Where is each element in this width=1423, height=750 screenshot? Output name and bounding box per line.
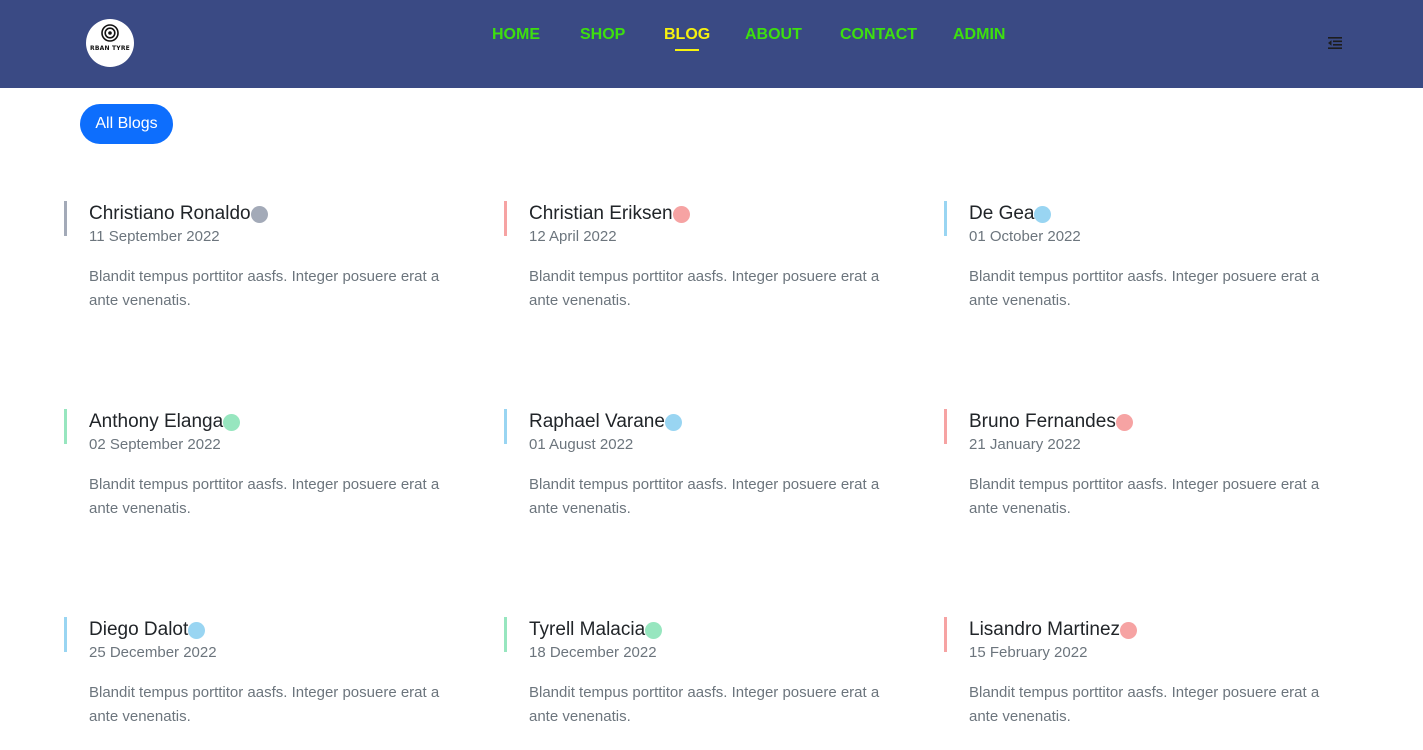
card-accent-bar	[944, 409, 947, 444]
blog-card[interactable]: Raphael Varane 01 August 2022 Blandit te…	[504, 409, 884, 559]
main-navbar: RBAN TYRE HOME SHOP BLOG ABOUT CONTACT A…	[0, 0, 1423, 88]
blog-excerpt: Blandit tempus porttitor aasfs. Integer …	[529, 476, 880, 517]
blog-excerpt: Blandit tempus porttitor aasfs. Integer …	[529, 684, 880, 725]
blog-excerpt: Blandit tempus porttitor aasfs. Integer …	[969, 476, 1320, 517]
blog-card[interactable]: Diego Dalot 25 December 2022 Blandit tem…	[64, 617, 444, 750]
blog-date: 21 January 2022	[969, 436, 1081, 453]
card-accent-bar	[504, 409, 507, 444]
blog-excerpt: Blandit tempus porttitor aasfs. Integer …	[969, 684, 1320, 725]
card-accent-bar	[944, 201, 947, 236]
nav-link-about[interactable]: ABOUT	[745, 26, 802, 44]
nav-link-blog[interactable]: BLOG	[664, 26, 711, 51]
nav-link-admin[interactable]: ADMIN	[953, 26, 1005, 44]
blog-title-text: Christiano Ronaldo	[89, 203, 251, 224]
blog-date: 15 February 2022	[969, 644, 1088, 661]
blog-title-text: Raphael Varane	[529, 411, 665, 432]
category-dot-icon	[1034, 205, 1052, 223]
blog-card[interactable]: Tyrell Malacia 18 December 2022 Blandit …	[504, 617, 884, 750]
blog-title[interactable]: Diego Dalot	[89, 618, 206, 642]
category-dot-icon	[250, 205, 268, 223]
blog-card[interactable]: Lisandro Martinez 15 February 2022 Bland…	[944, 617, 1324, 750]
blog-date: 18 December 2022	[529, 644, 657, 661]
nav-link-contact[interactable]: CONTACT	[840, 26, 917, 44]
card-accent-bar	[504, 617, 507, 652]
category-dot-icon	[664, 413, 682, 431]
spiral-logo-icon	[101, 24, 119, 42]
nav-link-home[interactable]: HOME	[492, 26, 540, 44]
blog-date: 11 September 2022	[89, 228, 220, 245]
menu-fold-icon[interactable]	[1327, 35, 1343, 51]
blog-title-text: Christian Eriksen	[529, 203, 673, 224]
card-accent-bar	[64, 201, 67, 236]
blog-title[interactable]: Christian Eriksen	[529, 202, 690, 226]
blog-excerpt: Blandit tempus porttitor aasfs. Integer …	[969, 268, 1320, 309]
blog-title-text: Anthony Elanga	[89, 411, 224, 432]
nav-link-shop[interactable]: SHOP	[580, 26, 625, 44]
blog-title[interactable]: Raphael Varane	[529, 410, 682, 434]
category-dot-icon	[672, 205, 690, 223]
category-dot-icon	[645, 621, 663, 639]
blog-title-text: Lisandro Martinez	[969, 619, 1121, 640]
category-dot-icon	[1120, 621, 1138, 639]
blog-title[interactable]: Tyrell Malacia	[529, 618, 663, 642]
blog-date: 12 April 2022	[529, 228, 617, 245]
blog-card[interactable]: Bruno Fernandes 21 January 2022 Blandit …	[944, 409, 1324, 559]
blog-date: 01 October 2022	[969, 228, 1081, 245]
blog-card[interactable]: De Gea 01 October 2022 Blandit tempus po…	[944, 201, 1324, 351]
card-accent-bar	[504, 201, 507, 236]
blog-excerpt: Blandit tempus porttitor aasfs. Integer …	[89, 476, 440, 517]
blog-date: 01 August 2022	[529, 436, 634, 453]
blog-title-text: Tyrell Malacia	[529, 619, 646, 640]
card-accent-bar	[64, 617, 67, 652]
blog-title[interactable]: Anthony Elanga	[89, 410, 241, 434]
blog-card[interactable]: Christian Eriksen 12 April 2022 Blandit …	[504, 201, 884, 351]
blog-excerpt: Blandit tempus porttitor aasfs. Integer …	[89, 268, 440, 309]
brand-logo-text: RBAN TYRE	[90, 45, 130, 52]
category-dot-icon	[188, 621, 206, 639]
all-blogs-button[interactable]: All Blogs	[80, 104, 173, 144]
blog-excerpt: Blandit tempus porttitor aasfs. Integer …	[529, 268, 880, 309]
blog-date: 25 December 2022	[89, 644, 217, 661]
nav-link-blog-label: BLOG	[664, 26, 711, 43]
blog-title-text: Diego Dalot	[89, 619, 189, 640]
category-dot-icon	[223, 413, 241, 431]
blog-date: 02 September 2022	[89, 436, 221, 453]
blog-title-text: Bruno Fernandes	[969, 411, 1116, 432]
blog-title[interactable]: De Gea	[969, 202, 1052, 226]
blog-title[interactable]: Bruno Fernandes	[969, 410, 1133, 434]
category-dot-icon	[1115, 413, 1133, 431]
brand-logo[interactable]: RBAN TYRE	[86, 19, 134, 67]
active-nav-indicator	[675, 49, 700, 51]
blog-card[interactable]: Christiano Ronaldo 11 September 2022 Bla…	[64, 201, 444, 351]
blog-title[interactable]: Lisandro Martinez	[969, 618, 1138, 642]
blog-excerpt: Blandit tempus porttitor aasfs. Integer …	[89, 684, 440, 725]
card-accent-bar	[944, 617, 947, 652]
blog-title-text: De Gea	[969, 203, 1035, 224]
card-accent-bar	[64, 409, 67, 444]
blog-card[interactable]: Anthony Elanga 02 September 2022 Blandit…	[64, 409, 444, 559]
blog-title[interactable]: Christiano Ronaldo	[89, 202, 268, 226]
